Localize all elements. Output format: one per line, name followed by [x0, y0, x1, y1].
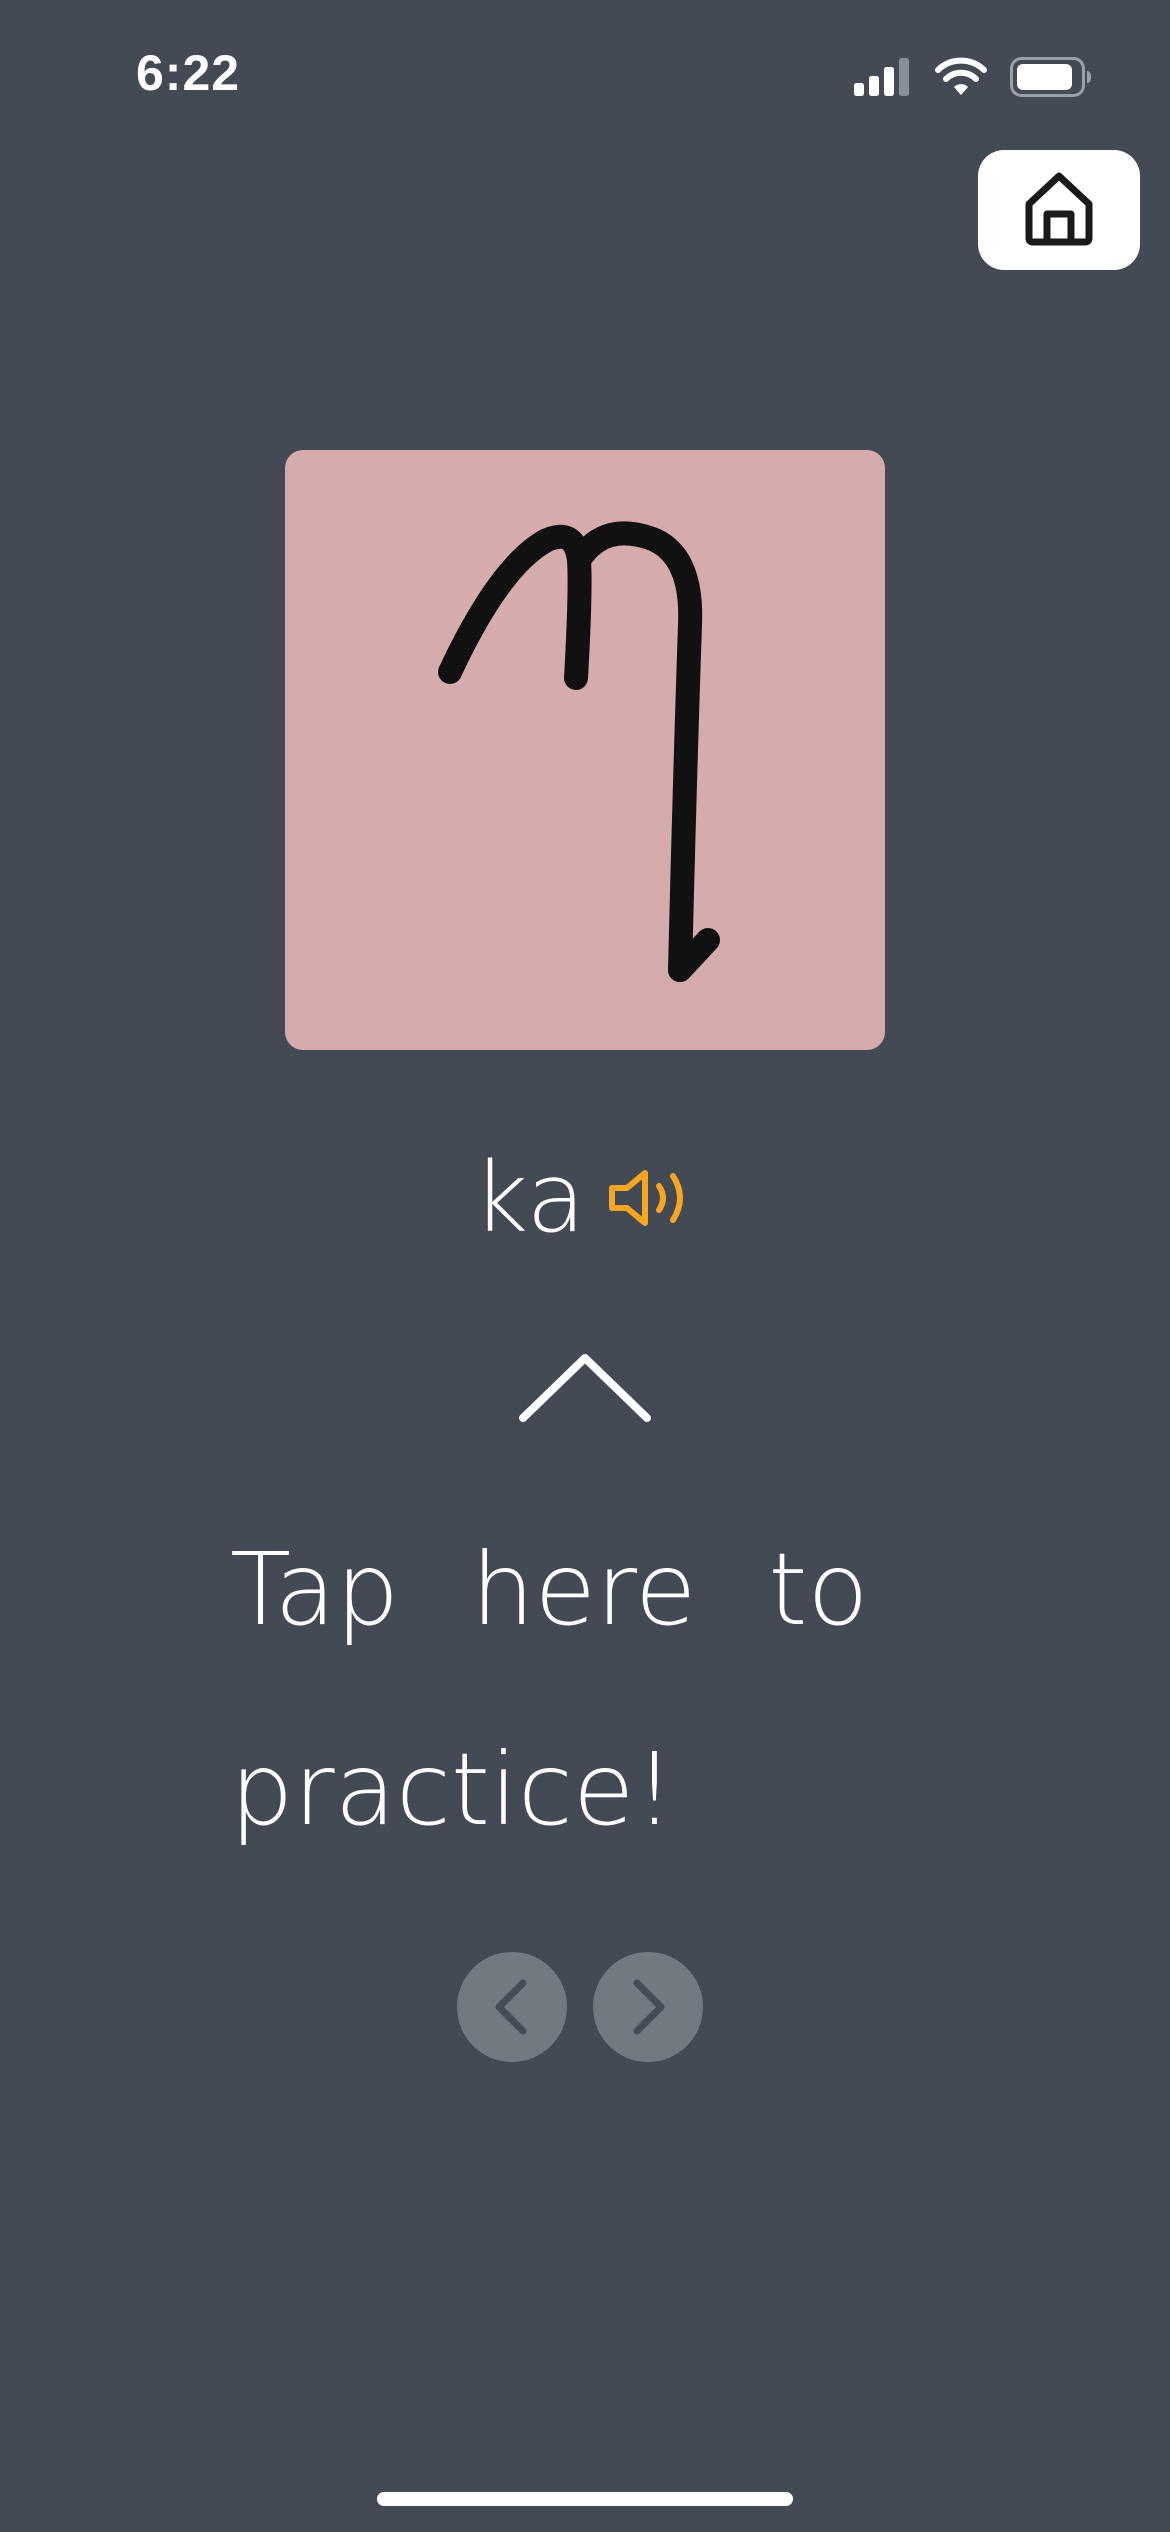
speaker-icon	[609, 1170, 684, 1226]
cellular-signal-icon	[854, 57, 912, 101]
status-icons	[854, 56, 1092, 102]
practice-chevron-button[interactable]	[515, 1346, 655, 1426]
battery-icon	[1010, 57, 1092, 101]
status-time: 6:22	[136, 45, 241, 101]
character-card[interactable]	[285, 450, 885, 1050]
character-glyph	[438, 521, 720, 982]
chevron-up-icon	[519, 1354, 651, 1422]
home-button[interactable]	[978, 150, 1140, 270]
navigation-row	[457, 1952, 703, 2062]
wifi-icon	[934, 57, 988, 101]
play-audio-button[interactable]	[607, 1163, 697, 1233]
home-indicator[interactable]	[377, 2492, 793, 2506]
practice-prompt-line2: practice!	[230, 1731, 675, 1848]
practice-prompt-line1: Tap here to	[230, 1531, 869, 1648]
romanization-text: ka	[472, 1142, 586, 1254]
romanization-row: ka	[0, 1150, 1170, 1246]
home-icon	[1019, 168, 1099, 252]
previous-button[interactable]	[457, 1952, 567, 2062]
practice-prompt[interactable]: Tap here to practice!	[230, 1490, 950, 1890]
chevron-left-icon	[495, 1979, 527, 2035]
chevron-right-icon	[633, 1979, 665, 2035]
next-button[interactable]	[593, 1952, 703, 2062]
